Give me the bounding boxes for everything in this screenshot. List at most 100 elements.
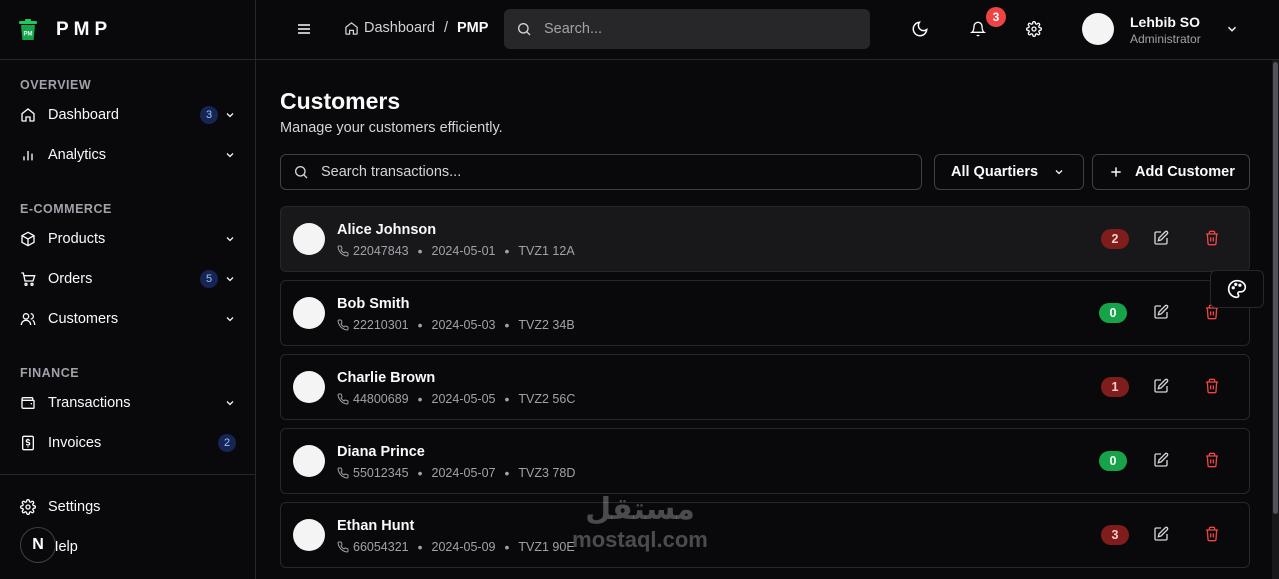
trash-icon[interactable] — [1204, 230, 1222, 248]
status-badge: 0 — [1099, 303, 1127, 323]
sidebar-item-customers[interactable]: Customers — [20, 299, 236, 339]
quarter-filter-value: All Quartiers — [951, 164, 1039, 180]
meta-separator: • — [504, 391, 510, 407]
sidebar-item-label: Settings — [48, 499, 101, 515]
chevron-down-icon[interactable] — [224, 109, 236, 121]
meta-separator: • — [417, 539, 423, 555]
edit-icon[interactable] — [1153, 230, 1171, 248]
customer-row[interactable]: Alice Johnson 22047843 • 2024-05-01 • TVZ1 12… — [280, 206, 1250, 272]
user-name[interactable]: Lehbib SO — [1130, 14, 1200, 30]
edit-icon[interactable] — [1153, 452, 1171, 470]
customer-row[interactable]: Diana Prince 55012345 • 2024-05-07 • TVZ3 78D… — [280, 428, 1250, 494]
sidebar-item-transactions[interactable]: Transactions — [20, 383, 236, 423]
gear-icon[interactable] — [1024, 19, 1044, 39]
menu-icon[interactable] — [296, 21, 312, 37]
meta-separator: • — [417, 391, 423, 407]
nav-section-finance: FINANCE Transactions Invoices 2 — [0, 363, 256, 463]
breadcrumb-current: PMP — [456, 20, 489, 36]
bell-icon[interactable] — [968, 19, 988, 39]
customer-phone: 66054321 — [353, 540, 409, 554]
customer-date: 2024-05-03 — [431, 318, 496, 332]
meta-separator: • — [504, 539, 510, 555]
avatar[interactable] — [1082, 13, 1114, 45]
sidebar-item-label: Customers — [48, 311, 119, 327]
theme-palette-button[interactable] — [1210, 270, 1264, 308]
nav-heading: OVERVIEW — [20, 78, 92, 92]
chevron-down-icon[interactable] — [224, 149, 236, 161]
trash-icon[interactable] — [1204, 526, 1222, 544]
phone-icon — [337, 393, 349, 405]
brand[interactable]: PM PMP — [0, 0, 255, 60]
chevron-down-icon[interactable] — [1222, 19, 1242, 39]
customer-date: 2024-05-07 — [431, 466, 496, 480]
sidebar-item-dashboard[interactable]: Dashboard 3 — [20, 95, 236, 135]
wallet-icon — [20, 395, 36, 411]
breadcrumb-home-link[interactable]: Dashboard — [364, 20, 435, 36]
phone-icon — [337, 319, 349, 331]
customer-date: 2024-05-05 — [431, 392, 496, 406]
customer-name: Ethan Hunt — [337, 518, 415, 534]
customer-code: TVZ1 90E — [518, 540, 575, 554]
count-badge: 5 — [200, 270, 218, 288]
bar-chart-icon — [20, 147, 36, 163]
customer-search[interactable] — [280, 154, 922, 190]
count-badge: 2 — [218, 434, 236, 452]
customer-meta: 44800689 • 2024-05-05 • TVZ2 56C — [337, 392, 575, 406]
customer-row[interactable]: Ethan Hunt 66054321 • 2024-05-09 • TVZ1 90E 3 — [280, 502, 1250, 568]
global-search[interactable] — [504, 9, 870, 49]
n-logo-button[interactable]: N — [20, 527, 56, 563]
chevron-down-icon[interactable] — [224, 313, 236, 325]
customer-code: TVZ3 78D — [518, 466, 576, 480]
app-root: PM PMP OVERVIEW Dashboard 3 Analytics E-… — [0, 0, 1279, 579]
add-customer-button[interactable]: Add Customer — [1092, 154, 1250, 190]
customer-phone: 22210301 — [353, 318, 409, 332]
nav-heading: FINANCE — [20, 366, 80, 380]
quarter-filter-select[interactable]: All Quartiers — [934, 154, 1084, 190]
chevron-down-icon[interactable] — [224, 233, 236, 245]
user-role: Administrator — [1130, 32, 1201, 46]
sidebar-item-products[interactable]: Products — [20, 219, 236, 259]
meta-separator: • — [417, 243, 423, 259]
sidebar-item-orders[interactable]: Orders 5 — [20, 259, 236, 299]
chevron-down-icon — [1053, 166, 1065, 178]
home-icon — [20, 107, 36, 123]
scrollbar-thumb[interactable] — [1273, 62, 1278, 514]
chevron-down-icon[interactable] — [224, 273, 236, 285]
trash-icon[interactable] — [1204, 452, 1222, 470]
sidebar-item-label: Transactions — [48, 395, 131, 411]
notification-badge: 3 — [986, 7, 1006, 27]
customer-name: Alice Johnson — [337, 222, 437, 238]
edit-icon[interactable] — [1153, 526, 1171, 544]
sidebar-item-label: Invoices — [48, 435, 102, 451]
avatar — [293, 297, 325, 329]
avatar — [293, 445, 325, 477]
customer-meta: 22210301 • 2024-05-03 • TVZ2 34B — [337, 318, 575, 332]
sidebar-item-label: Products — [48, 231, 106, 247]
sidebar-item-invoices[interactable]: Invoices 2 — [20, 423, 236, 463]
home-icon — [344, 21, 359, 36]
add-customer-label: Add Customer — [1135, 164, 1235, 180]
customer-row[interactable]: Bob Smith 22210301 • 2024-05-03 • TVZ2 34B 0 — [280, 280, 1250, 346]
palette-icon — [1227, 279, 1247, 299]
avatar — [293, 223, 325, 255]
customer-meta: 66054321 • 2024-05-09 • TVZ1 90E — [337, 540, 575, 554]
meta-separator: • — [504, 465, 510, 481]
customer-phone: 22047843 — [353, 244, 409, 258]
sidebar-item-analytics[interactable]: Analytics — [20, 135, 236, 175]
edit-icon[interactable] — [1153, 304, 1171, 322]
svg-text:PM: PM — [24, 31, 33, 37]
moon-icon[interactable] — [910, 19, 930, 39]
search-input[interactable] — [321, 164, 881, 180]
edit-icon[interactable] — [1153, 378, 1171, 396]
top-header: Dashboard / PMP 3 Lehbib SO Administrato… — [256, 0, 1279, 60]
customer-phone: 55012345 — [353, 466, 409, 480]
trash-icon[interactable] — [1204, 378, 1222, 396]
meta-separator: • — [417, 465, 423, 481]
sidebar-item-label: Orders — [48, 271, 93, 287]
brand-name: PMP — [56, 18, 113, 40]
breadcrumb-separator: / — [443, 20, 448, 36]
customer-row[interactable]: Charlie Brown 44800689 • 2024-05-05 • TVZ2 56… — [280, 354, 1250, 420]
search-input[interactable] — [544, 21, 844, 37]
chevron-down-icon[interactable] — [224, 397, 236, 409]
sidebar-item-settings[interactable]: Settings — [20, 499, 100, 515]
